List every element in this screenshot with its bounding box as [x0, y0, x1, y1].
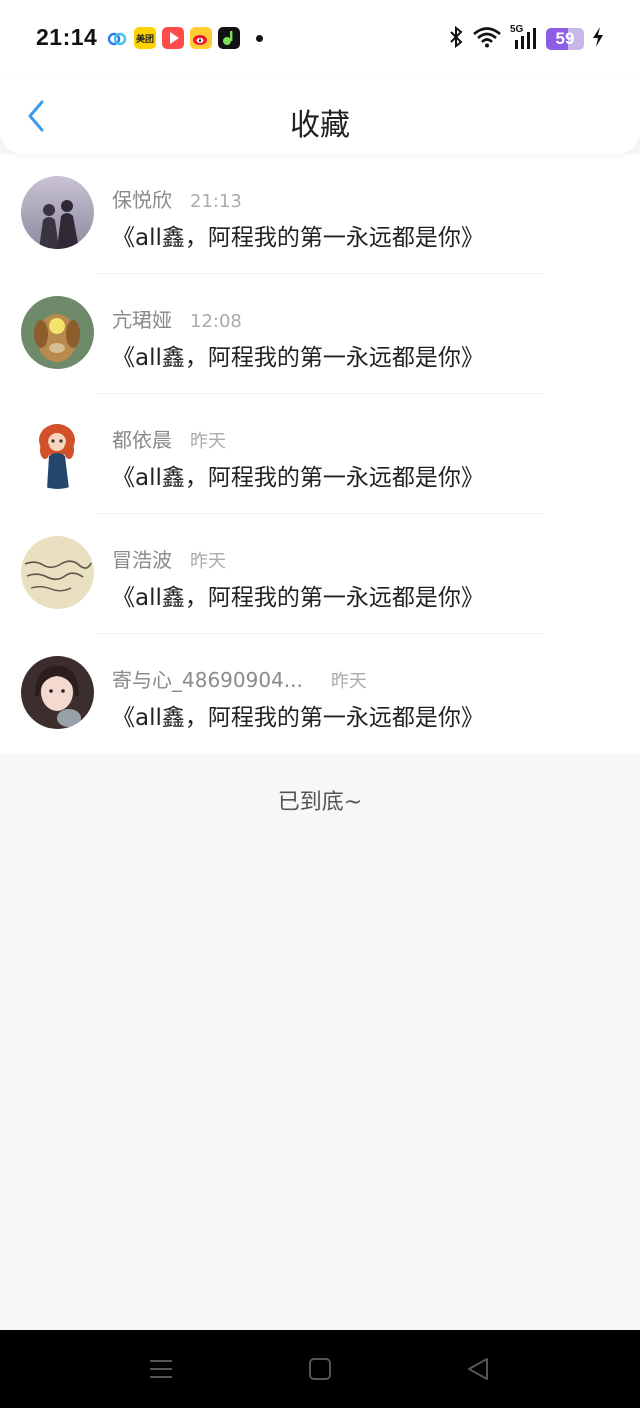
list-item[interactable]: 都依晨 昨天 《all鑫，阿程我的第一永远都是你》	[0, 394, 640, 514]
battery-icon: 59	[546, 28, 584, 50]
favorite-title[interactable]: 《all鑫，阿程我的第一永远都是你》	[112, 218, 484, 252]
page-title: 收藏	[290, 108, 350, 143]
battery-percent: 59	[555, 29, 575, 48]
post-time: 12:08	[190, 311, 242, 332]
list-item[interactable]: 寄与心_48690904... 昨天 《all鑫，阿程我的第一永远都是你》	[0, 634, 640, 754]
menu-icon	[150, 1360, 172, 1378]
avatar[interactable]	[21, 416, 94, 489]
user-name[interactable]: 冒浩波	[112, 544, 172, 573]
home-icon	[309, 1358, 331, 1380]
list-item[interactable]: 冒浩波 昨天 《all鑫，阿程我的第一永远都是你》	[0, 514, 640, 634]
user-name[interactable]: 都依晨	[112, 424, 172, 453]
weibo-icon	[190, 27, 212, 49]
favorite-title[interactable]: 《all鑫，阿程我的第一永远都是你》	[112, 698, 484, 732]
home-button[interactable]	[305, 1356, 335, 1382]
avatar[interactable]	[21, 536, 94, 609]
end-of-list-text: 已到底~	[277, 790, 363, 815]
status-bar: 21:14 美团 5G 59	[0, 0, 640, 76]
status-time: 21:14	[36, 24, 98, 50]
favorite-title[interactable]: 《all鑫，阿程我的第一永远都是你》	[112, 338, 484, 372]
video-app-icon	[162, 27, 184, 49]
post-time: 昨天	[190, 551, 226, 572]
avatar[interactable]	[21, 656, 94, 729]
navigation-bar	[0, 1330, 640, 1408]
user-name[interactable]: 保悦欣	[112, 184, 172, 213]
post-time: 21:13	[190, 191, 242, 212]
list-item[interactable]: 保悦欣 21:13 《all鑫，阿程我的第一永远都是你》	[0, 154, 640, 274]
baidu-netdisk-icon	[106, 27, 128, 49]
signal-icon: 5G	[510, 24, 538, 51]
page-header: 收藏	[0, 76, 640, 154]
avatar[interactable]	[21, 176, 94, 249]
post-time: 昨天	[190, 431, 226, 452]
post-time: 昨天	[330, 671, 367, 692]
bluetooth-icon	[448, 25, 464, 53]
menu-button[interactable]	[146, 1356, 176, 1382]
wifi-icon	[472, 26, 502, 52]
more-notifications-dot	[256, 34, 263, 42]
charging-icon	[592, 27, 604, 51]
back-triangle-icon	[468, 1358, 488, 1380]
favorite-title[interactable]: 《all鑫，阿程我的第一永远都是你》	[112, 458, 484, 492]
notification-app-icons: 美团	[106, 27, 263, 49]
user-name[interactable]: 寄与心_48690904...	[112, 664, 303, 693]
avatar[interactable]	[21, 296, 94, 369]
list-item[interactable]: 亢珺娅 12:08 《all鑫，阿程我的第一永远都是你》	[0, 274, 640, 394]
user-name[interactable]: 亢珺娅	[112, 304, 172, 333]
favorite-title[interactable]: 《all鑫，阿程我的第一永远都是你》	[112, 578, 484, 612]
system-icons: 5G 59	[448, 24, 604, 53]
back-nav-button[interactable]	[463, 1356, 493, 1382]
meituan-icon: 美团	[134, 27, 156, 49]
favorites-list: 保悦欣 21:13 《all鑫，阿程我的第一永远都是你》 亢珺娅 12:08 《…	[0, 154, 640, 754]
music-app-icon	[218, 27, 240, 49]
